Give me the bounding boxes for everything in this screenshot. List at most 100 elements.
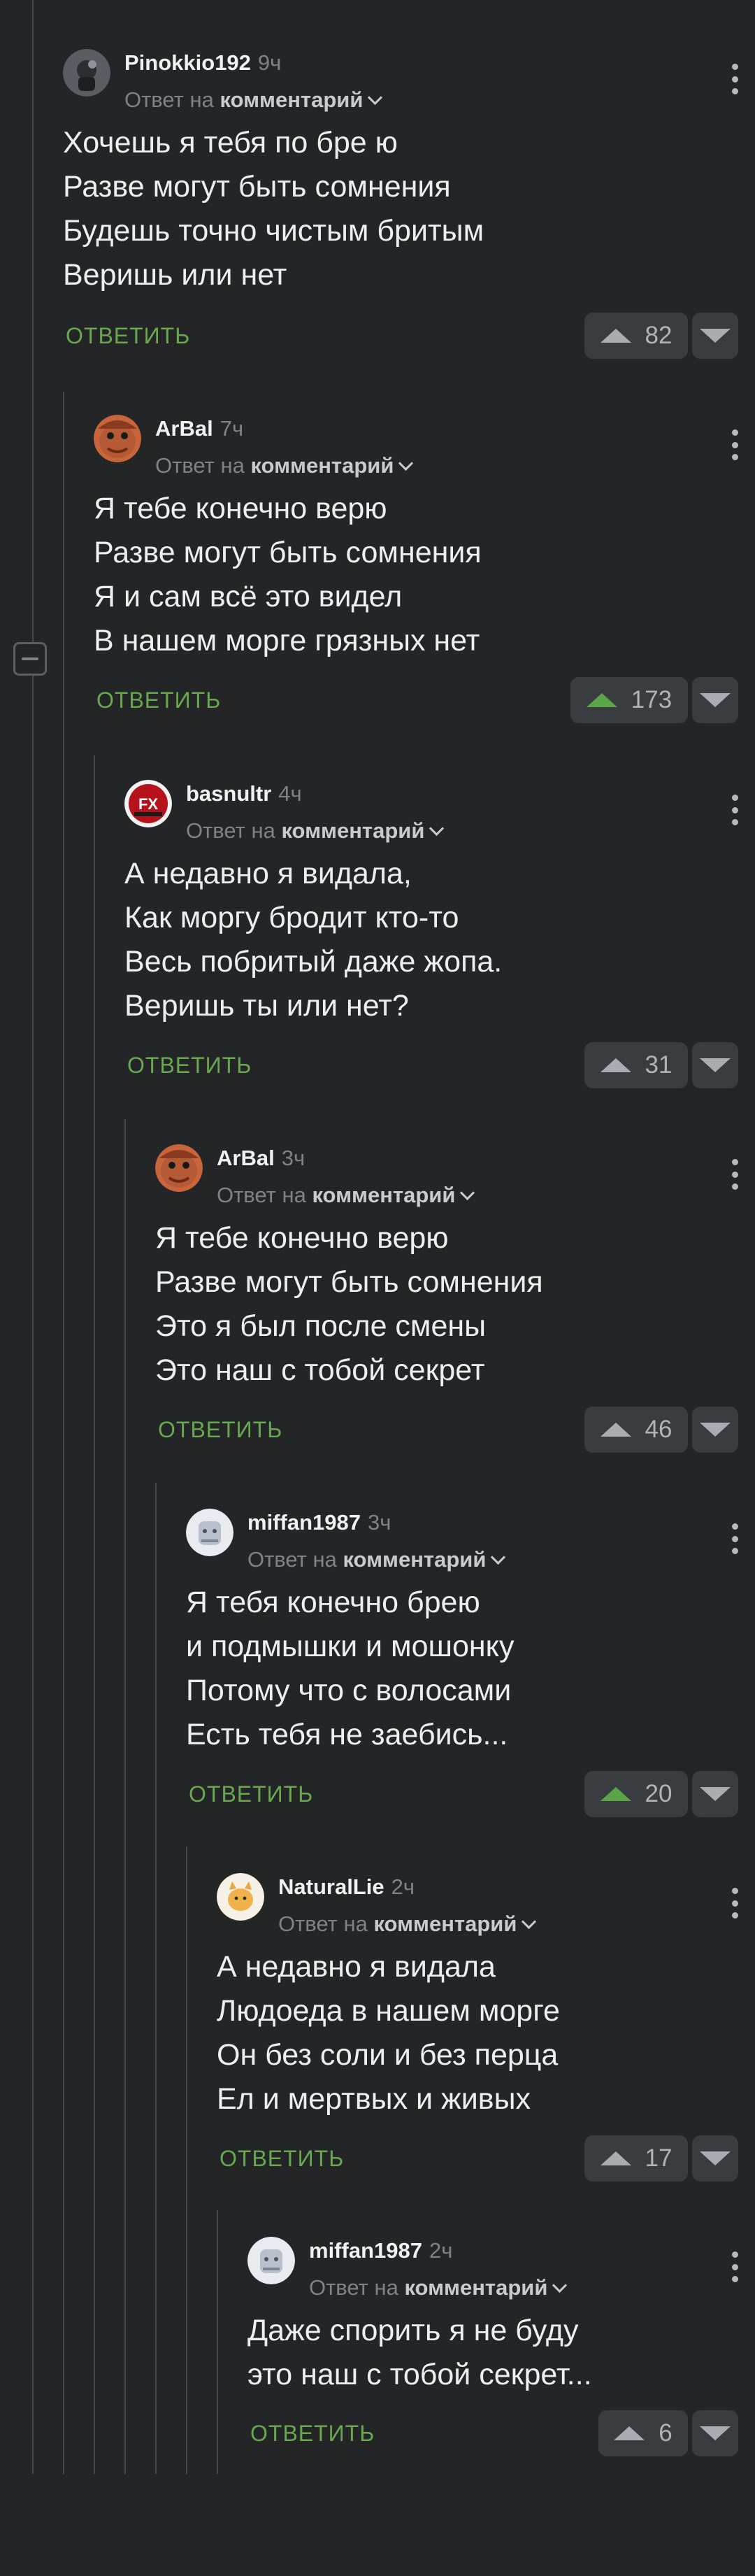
rating: 31 xyxy=(645,1051,673,1079)
avatar[interactable] xyxy=(247,2237,295,2284)
comment-time: 4ч xyxy=(278,781,302,806)
avatar[interactable] xyxy=(155,1144,203,1192)
more-menu-icon[interactable] xyxy=(731,64,738,94)
rating: 20 xyxy=(645,1780,673,1807)
arrow-up-icon xyxy=(600,1787,631,1801)
chevron-down-icon xyxy=(368,90,383,106)
reply-button[interactable]: ОТВЕТИТЬ xyxy=(66,323,190,349)
avatar-cat-icon xyxy=(217,1873,264,1921)
more-menu-icon[interactable] xyxy=(731,795,738,825)
comment-body: А недавно я видала, Как моргу бродит кто-… xyxy=(124,857,503,1023)
comment-body: Хочешь я тебя по бре ю Разве могут быть с… xyxy=(63,126,484,292)
rating: 46 xyxy=(645,1416,673,1443)
downvote-button[interactable] xyxy=(692,1771,738,1817)
upvote-button[interactable]: 82 xyxy=(584,313,688,359)
comment: FX basnultr 4ч Ответ на комментарий А нед… xyxy=(124,769,755,1119)
comment-body: Даже спорить я не буду это наш с тобой се… xyxy=(247,2314,592,2391)
comment: ArBal 7ч Ответ на комментарий Я тебе коне… xyxy=(94,404,755,754)
avatar[interactable]: FX xyxy=(124,780,172,827)
reply-to-link[interactable]: Ответ на комментарий xyxy=(309,2275,568,2300)
avatar[interactable] xyxy=(94,415,141,462)
comment-author[interactable]: basnultr 4ч xyxy=(186,781,302,806)
thread-line-2 xyxy=(63,392,64,2474)
upvote-button[interactable]: 6 xyxy=(598,2410,688,2456)
reply-button[interactable]: ОТВЕТИТЬ xyxy=(96,688,221,713)
avatar-light-icon xyxy=(186,1509,233,1556)
arrow-up-icon xyxy=(600,1423,631,1437)
comment-body: Я тебя конечно брею и подмышки и мошонку П… xyxy=(186,1586,515,1751)
reply-button[interactable]: ОТВЕТИТЬ xyxy=(220,2146,344,2172)
rating: 6 xyxy=(659,2419,673,2447)
arrow-down-icon xyxy=(700,693,731,707)
downvote-button[interactable] xyxy=(692,2410,738,2456)
reply-to-link[interactable]: Ответ на комментарий xyxy=(278,1912,537,1937)
chevron-down-icon xyxy=(398,455,414,471)
comment-time: 3ч xyxy=(367,1510,391,1535)
downvote-button[interactable] xyxy=(692,1407,738,1453)
upvote-button[interactable]: 31 xyxy=(584,1042,688,1088)
rating: 82 xyxy=(645,322,673,349)
comment-author[interactable]: Pinokkio192 9ч xyxy=(124,50,281,76)
arrow-up-icon xyxy=(600,329,631,343)
rating: 173 xyxy=(631,686,673,713)
reply-button[interactable]: ОТВЕТИТЬ xyxy=(250,2421,375,2447)
avatar[interactable] xyxy=(217,1873,264,1921)
arrow-down-icon xyxy=(700,329,731,343)
minus-icon xyxy=(22,657,38,660)
reply-button[interactable]: ОТВЕТИТЬ xyxy=(189,1781,313,1807)
reply-to-link[interactable]: Ответ на комментарий xyxy=(124,87,383,113)
more-menu-icon[interactable] xyxy=(731,1888,738,1919)
arrow-down-icon xyxy=(700,2151,731,2165)
reply-to-link[interactable]: Ответ на комментарий xyxy=(186,818,445,844)
arrow-down-icon xyxy=(700,1423,731,1437)
more-menu-icon[interactable] xyxy=(731,1159,738,1190)
upvote-button[interactable]: 20 xyxy=(584,1771,688,1817)
comment: miffan1987 2ч Ответ на комментарий Даже с… xyxy=(247,2226,755,2576)
arrow-down-icon xyxy=(700,2426,731,2440)
comment-author[interactable]: miffan1987 2ч xyxy=(309,2238,452,2263)
avatar-face-icon xyxy=(94,415,141,462)
reply-button[interactable]: ОТВЕТИТЬ xyxy=(158,1417,282,1443)
comment-author[interactable]: ArBal 3ч xyxy=(217,1146,305,1171)
downvote-button[interactable] xyxy=(692,1042,738,1088)
avatar-dark-icon xyxy=(63,49,110,97)
avatar[interactable] xyxy=(63,49,110,97)
collapse-thread-button[interactable] xyxy=(13,642,47,676)
chevron-down-icon xyxy=(552,2277,568,2293)
upvote-button[interactable]: 17 xyxy=(584,2135,688,2182)
downvote-button[interactable] xyxy=(692,2135,738,2182)
upvote-button[interactable]: 173 xyxy=(570,677,688,723)
chevron-down-icon xyxy=(460,1185,475,1201)
more-menu-icon[interactable] xyxy=(731,429,738,460)
arrow-down-icon xyxy=(700,1058,731,1072)
comment-time: 2ч xyxy=(391,1874,415,1899)
arrow-up-icon xyxy=(586,693,617,707)
comment-time: 9ч xyxy=(257,50,282,75)
arrow-up-icon xyxy=(600,2151,631,2165)
svg-text:FX: FX xyxy=(138,795,158,813)
avatar-fx-icon: FX xyxy=(124,780,172,827)
thread-line-3 xyxy=(94,755,95,2474)
comment-author[interactable]: ArBal 7ч xyxy=(155,416,243,441)
reply-button[interactable]: ОТВЕТИТЬ xyxy=(127,1053,252,1079)
reply-to-link[interactable]: Ответ на комментарий xyxy=(247,1547,506,1572)
more-menu-icon[interactable] xyxy=(731,2251,738,2282)
comment-author[interactable]: NaturalLie 2ч xyxy=(278,1874,415,1900)
downvote-button[interactable] xyxy=(692,313,738,359)
reply-to-link[interactable]: Ответ на комментарий xyxy=(217,1183,475,1208)
rating: 17 xyxy=(645,2144,673,2172)
avatar[interactable] xyxy=(186,1509,233,1556)
comment-body: Я тебе конечно верю Разве могут быть сомн… xyxy=(94,492,482,657)
comment: ArBal 3ч Ответ на комментарий Я тебе коне… xyxy=(155,1134,755,1483)
comment-time: 2ч xyxy=(429,2238,453,2263)
downvote-button[interactable] xyxy=(692,677,738,723)
chevron-down-icon xyxy=(522,1914,537,1930)
chevron-down-icon xyxy=(491,1549,506,1565)
more-menu-icon[interactable] xyxy=(731,1523,738,1554)
comment: miffan1987 3ч Ответ на комментарий Я тебя… xyxy=(186,1498,755,1848)
thread-line-4 xyxy=(124,1119,126,2474)
upvote-button[interactable]: 46 xyxy=(584,1407,688,1453)
avatar-light-icon xyxy=(247,2237,295,2284)
comment-author[interactable]: miffan1987 3ч xyxy=(247,1510,391,1535)
reply-to-link[interactable]: Ответ на комментарий xyxy=(155,453,414,478)
